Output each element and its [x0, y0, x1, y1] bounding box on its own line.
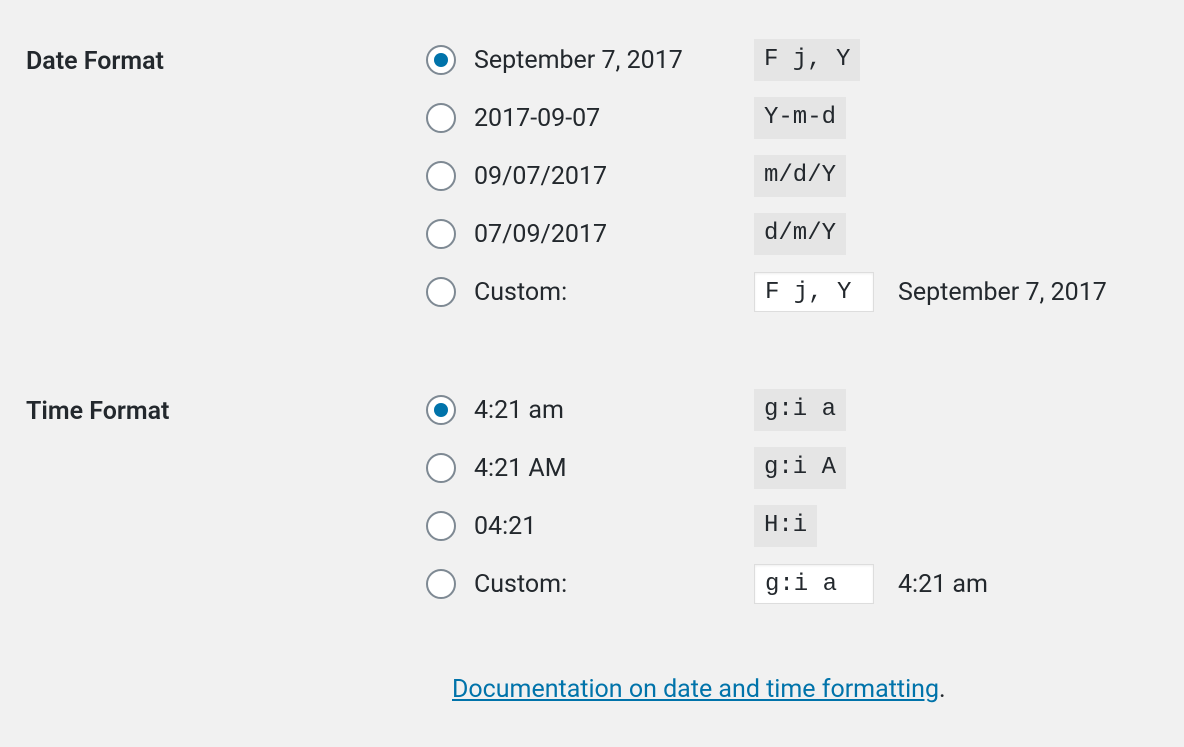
date-format-options: September 7, 2017 F j, Y 2017-09-07 Y-m-… [426, 30, 1158, 322]
time-format-heading: Time Format [26, 380, 426, 429]
time-format-option-label: 4:21 am [474, 393, 754, 428]
date-format-custom-option[interactable]: Custom: September 7, 2017 [426, 264, 1158, 320]
time-format-option[interactable]: 04:21 H:i [426, 498, 1158, 554]
date-format-option-label: 07/09/2017 [474, 217, 754, 252]
date-format-option-label: 09/07/2017 [474, 159, 754, 194]
date-format-option-code: d/m/Y [754, 213, 846, 255]
date-format-option-code: F j, Y [754, 39, 860, 81]
time-format-option-label: 4:21 AM [474, 451, 754, 486]
date-format-option[interactable]: 09/07/2017 m/d/Y [426, 148, 1158, 204]
time-format-option[interactable]: 4:21 AM g:i A [426, 440, 1158, 496]
date-format-option-code: m/d/Y [754, 155, 846, 197]
radio-icon[interactable] [426, 277, 456, 307]
radio-icon[interactable] [426, 395, 456, 425]
date-format-option[interactable]: 2017-09-07 Y-m-d [426, 90, 1158, 146]
radio-icon[interactable] [426, 453, 456, 483]
radio-icon[interactable] [426, 161, 456, 191]
radio-icon[interactable] [426, 569, 456, 599]
time-format-options: 4:21 am g:i a 4:21 AM g:i A 04:21 H:i Cu… [426, 380, 1158, 614]
time-format-custom-option[interactable]: Custom: 4:21 am [426, 556, 1158, 612]
date-format-custom-input[interactable] [754, 272, 874, 312]
radio-icon[interactable] [426, 511, 456, 541]
time-format-custom-input[interactable] [754, 564, 874, 604]
documentation-period: . [939, 675, 946, 704]
radio-icon[interactable] [426, 103, 456, 133]
date-format-heading: Date Format [26, 30, 426, 79]
date-format-custom-label: Custom: [474, 275, 754, 310]
date-format-option[interactable]: 07/09/2017 d/m/Y [426, 206, 1158, 262]
time-format-option-label: 04:21 [474, 509, 754, 544]
date-format-option-label: 2017-09-07 [474, 101, 754, 136]
time-format-option-code: g:i a [754, 389, 846, 431]
date-format-option-code: Y-m-d [754, 97, 846, 139]
documentation-row: Documentation on date and time formattin… [452, 672, 1158, 707]
radio-icon[interactable] [426, 45, 456, 75]
time-format-section: Time Format 4:21 am g:i a 4:21 AM g:i A … [26, 380, 1158, 614]
date-format-section: Date Format September 7, 2017 F j, Y 201… [26, 30, 1158, 322]
date-format-option-label: September 7, 2017 [474, 43, 754, 78]
date-format-custom-preview: September 7, 2017 [898, 275, 1107, 310]
time-format-option-code: g:i A [754, 447, 846, 489]
documentation-link[interactable]: Documentation on date and time formattin… [452, 675, 939, 704]
time-format-custom-label: Custom: [474, 567, 754, 602]
time-format-option-code: H:i [754, 505, 817, 547]
date-format-option[interactable]: September 7, 2017 F j, Y [426, 32, 1158, 88]
time-format-custom-preview: 4:21 am [898, 567, 988, 602]
time-format-option[interactable]: 4:21 am g:i a [426, 382, 1158, 438]
radio-icon[interactable] [426, 219, 456, 249]
